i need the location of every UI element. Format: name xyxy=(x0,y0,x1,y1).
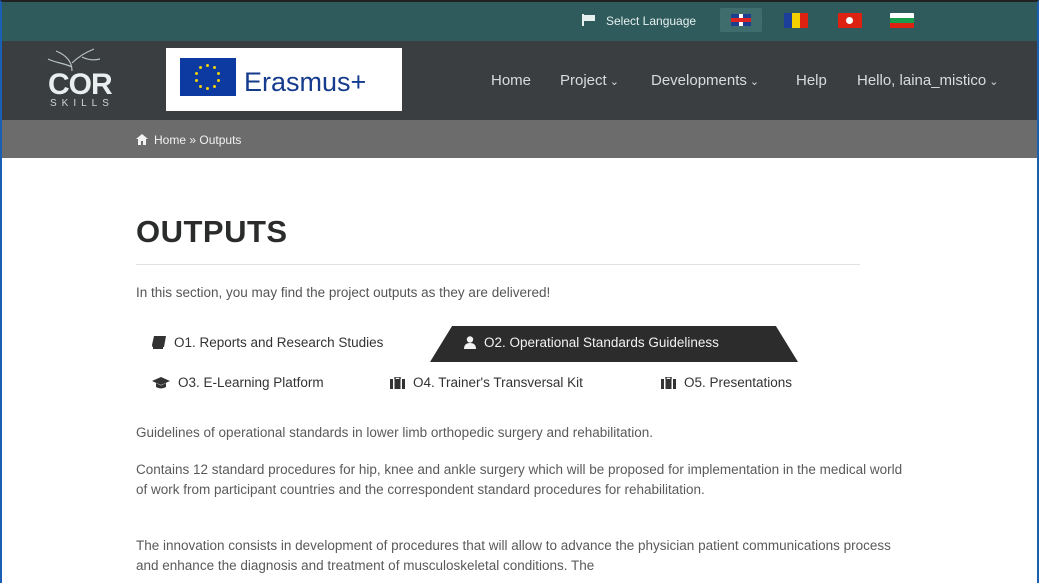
tab-trainers-kit-label: O4. Trainer's Transversal Kit xyxy=(413,375,583,390)
content-paragraph-3: The innovation consists in development o… xyxy=(136,538,891,573)
content-paragraph-1: Guidelines of operational standards in l… xyxy=(136,425,654,440)
logo-subtext: SKILLS xyxy=(50,98,114,109)
erasmus-text: Erasmus+ xyxy=(244,67,367,97)
nav-project-label: Project xyxy=(560,72,607,89)
tab-presentations[interactable]: O5. Presentations xyxy=(661,375,792,390)
breadcrumb-separator: » xyxy=(189,133,197,147)
page-title: OUTPUTS xyxy=(136,214,288,249)
tab-reports-label: O1. Reports and Research Studies xyxy=(174,335,384,350)
tab-elearning-label: O3. E-Learning Platform xyxy=(178,375,324,390)
tab-elearning[interactable]: O3. E-Learning Platform xyxy=(152,375,324,390)
language-turkish-button[interactable] xyxy=(838,13,862,28)
nav-help[interactable]: Help xyxy=(796,72,827,89)
breadcrumb-home-link[interactable]: Home xyxy=(154,133,186,147)
tab-operational-standards-label: O2. Operational Standards Guideliness xyxy=(484,335,719,350)
tab-reports[interactable]: O1. Reports and Research Studies xyxy=(152,335,383,350)
corskills-logo[interactable]: COR SKILLS xyxy=(42,48,132,111)
briefcase-icon xyxy=(390,376,405,389)
briefcase-icon xyxy=(661,376,676,389)
nav-developments-label: Developments xyxy=(651,72,747,89)
language-bulgarian-button[interactable] xyxy=(890,13,914,28)
page-frame: Select Language COR SKILLS Erasmus+ Home… xyxy=(0,0,1039,583)
language-english-button[interactable] xyxy=(720,8,762,32)
nav-project[interactable]: Project ⌄ xyxy=(560,72,619,89)
erasmus-logo: Erasmus+ xyxy=(166,48,402,111)
chevron-down-icon: ⌄ xyxy=(609,76,619,88)
eu-flag-icon xyxy=(180,58,236,96)
nav-home-label: Home xyxy=(491,72,532,89)
graduation-cap-icon xyxy=(152,377,170,389)
tab-presentations-label: O5. Presentations xyxy=(684,375,793,390)
nav-developments[interactable]: Developments ⌄ xyxy=(651,72,759,89)
select-language-label[interactable]: Select Language xyxy=(606,14,696,28)
nav-user-label: Hello, laina_mistico xyxy=(857,72,987,89)
breadcrumb-current: Outputs xyxy=(199,133,242,147)
home-icon xyxy=(136,134,148,145)
uk-flag-icon xyxy=(731,14,751,26)
site-header: COR SKILLS Erasmus+ Home Project ⌄ Develo… xyxy=(2,41,1037,120)
nav-home[interactable]: Home xyxy=(491,72,531,89)
tab-trainers-kit[interactable]: O4. Trainer's Transversal Kit xyxy=(390,375,583,390)
language-romanian-button[interactable] xyxy=(784,13,808,28)
tab-operational-standards-label-wrap[interactable]: O2. Operational Standards Guideliness xyxy=(464,335,719,350)
flag-icon xyxy=(582,13,596,26)
nav-user-menu[interactable]: Hello, laina_mistico ⌄ xyxy=(857,72,998,89)
title-divider xyxy=(136,264,860,265)
breadcrumb-bar: Home » Outputs xyxy=(2,120,1037,158)
breadcrumb: Home » Outputs xyxy=(136,133,241,147)
intro-text: In this section, you may find the projec… xyxy=(136,285,551,300)
nav-help-label: Help xyxy=(796,72,827,89)
content-paragraph-2: Contains 12 standard procedures for hip,… xyxy=(136,462,903,497)
chevron-down-icon: ⌄ xyxy=(749,76,760,88)
chevron-down-icon: ⌄ xyxy=(989,76,999,88)
logo-text: COR xyxy=(48,68,113,101)
book-icon xyxy=(152,336,166,349)
language-bar: Select Language xyxy=(2,2,1037,41)
user-icon xyxy=(464,336,476,349)
